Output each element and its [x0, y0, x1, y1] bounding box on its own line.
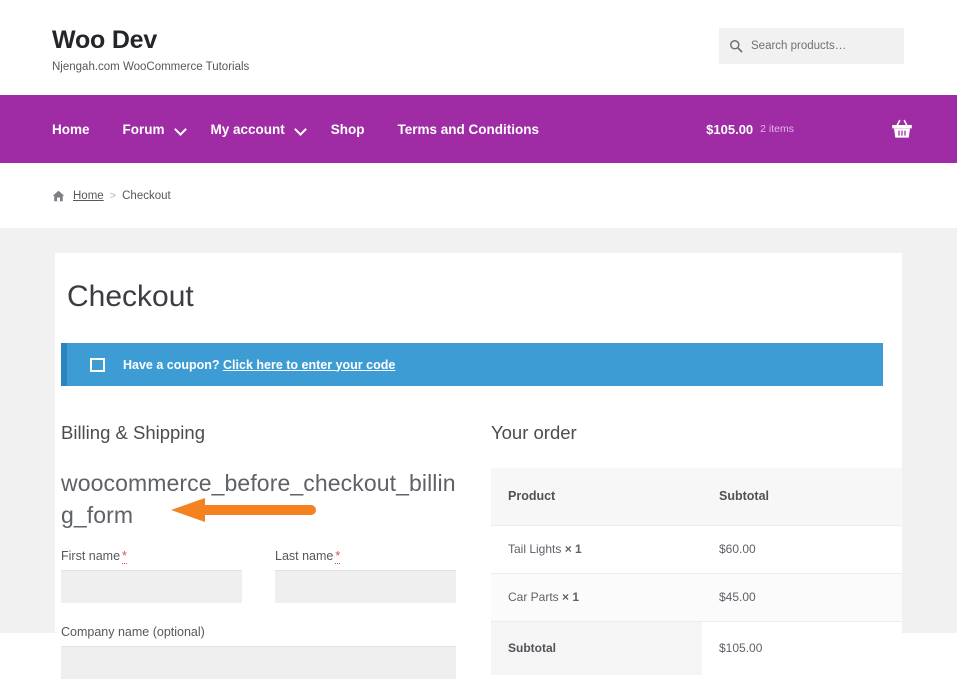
required-marker: *: [122, 549, 127, 565]
nav-menu: Home Forum My account Shop Terms and Con…: [52, 95, 572, 163]
order-table-head: Product Subtotal: [491, 468, 902, 526]
breadcrumb-current-page: Checkout: [122, 189, 171, 202]
coupon-notice-text: Have a coupon? Click here to enter your …: [123, 358, 395, 372]
page-title: Checkout: [67, 280, 194, 313]
first-name-input[interactable]: [61, 570, 242, 604]
billing-column: Billing & Shipping woocommerce_before_ch…: [61, 422, 491, 679]
company-name-input[interactable]: [61, 646, 456, 679]
order-item-quantity: × 1: [562, 590, 580, 605]
page-background: Checkout Have a coupon? Click here to en…: [0, 228, 957, 679]
nav-item-forum[interactable]: Forum: [123, 122, 185, 137]
nav-item-label: Terms and Conditions: [397, 121, 540, 137]
table-row: Tail Lights × 1 $60.00: [491, 525, 902, 574]
nav-item-shop[interactable]: Shop: [331, 122, 365, 137]
company-name-field-group: Company name (optional): [61, 625, 456, 679]
arrow-left-annotation-icon: [171, 498, 316, 523]
column-header-product: Product: [491, 468, 702, 526]
last-name-label-text: Last name: [275, 549, 334, 564]
order-subtotal-label: Subtotal: [491, 621, 702, 676]
cart-summary[interactable]: $105.00 2 items: [706, 95, 913, 163]
nav-item-my-account[interactable]: My account: [211, 122, 305, 137]
search-input-placeholder[interactable]: Search products…: [751, 40, 846, 52]
required-marker: *: [335, 549, 341, 565]
site-tagline: Njengah.com WooCommerce Tutorials: [52, 60, 250, 73]
order-item-name: Car Parts: [508, 590, 559, 605]
last-name-field-group: Last name *: [275, 549, 456, 604]
site-branding[interactable]: Woo Dev Njengah.com WooCommerce Tutorial…: [52, 26, 250, 74]
first-name-label-text: First name: [61, 549, 121, 564]
billing-heading: Billing & Shipping: [61, 422, 205, 443]
column-header-subtotal: Subtotal: [702, 468, 902, 526]
order-review-table: Product Subtotal Tail Lights × 1 $60.00 …: [491, 468, 902, 676]
company-name-label: Company name (optional): [61, 625, 205, 640]
nav-item-label: Home: [52, 121, 90, 137]
order-subtotal-row: Subtotal $105.00: [491, 621, 902, 676]
nav-item-home[interactable]: Home: [52, 122, 90, 137]
order-item-subtotal: $45.00: [702, 573, 902, 622]
nav-item-label: Shop: [330, 121, 365, 137]
first-name-field-group: First name *: [61, 549, 242, 604]
coupon-toggle-link[interactable]: Click here to enter your code: [223, 358, 395, 372]
cart-total-amount: $105.00: [706, 121, 754, 137]
table-row: Car Parts × 1 $45.00: [491, 573, 902, 622]
order-item-subtotal: $60.00: [702, 525, 902, 574]
nav-item-label: My account: [210, 121, 285, 137]
order-table-header-row: Product Subtotal: [491, 468, 902, 526]
product-search-box[interactable]: Search products…: [719, 28, 904, 64]
home-icon[interactable]: [52, 190, 65, 202]
search-icon: [730, 40, 743, 53]
name-fields-row: First name * Last name *: [61, 549, 491, 604]
order-item-name-cell: Tail Lights × 1: [491, 525, 702, 574]
order-item-name: Tail Lights: [508, 542, 562, 557]
first-name-label: First name *: [61, 549, 242, 565]
checkout-content-card: Checkout Have a coupon? Click here to en…: [55, 253, 902, 679]
shopping-basket-icon[interactable]: [891, 119, 913, 139]
order-column: Your order Product Subtotal Tail Lights …: [491, 422, 902, 679]
chevron-down-icon: [176, 125, 185, 134]
breadcrumb: Home > Checkout: [0, 163, 957, 228]
hook-name-label: woocommerce_before_checkout_billing_form: [61, 470, 456, 528]
last-name-label: Last name *: [275, 549, 456, 565]
nav-item-terms-and-conditions[interactable]: Terms and Conditions: [398, 122, 540, 137]
site-header: Woo Dev Njengah.com WooCommerce Tutorial…: [0, 0, 957, 95]
order-item-quantity: × 1: [564, 542, 582, 557]
checkout-columns: Billing & Shipping woocommerce_before_ch…: [55, 422, 902, 679]
order-subtotal-value: $105.00: [702, 621, 902, 676]
coupon-notice[interactable]: Have a coupon? Click here to enter your …: [61, 343, 883, 386]
coupon-tag-icon: [90, 357, 105, 372]
nav-item-label: Forum: [122, 121, 165, 137]
coupon-prompt: Have a coupon?: [123, 357, 224, 372]
chevron-down-icon: [296, 125, 305, 134]
order-table-body: Tail Lights × 1 $60.00 Car Parts × 1 $45…: [491, 525, 902, 676]
last-name-input[interactable]: [275, 570, 456, 604]
cart-item-count: 2 items: [760, 123, 794, 135]
breadcrumb-link-home[interactable]: Home: [73, 190, 104, 202]
hook-name-text: woocommerce_before_checkout_billing_form: [61, 468, 457, 531]
site-title: Woo Dev: [52, 26, 158, 54]
order-item-name-cell: Car Parts × 1: [491, 573, 702, 622]
primary-navigation: Home Forum My account Shop Terms and Con…: [0, 95, 957, 163]
order-heading: Your order: [491, 422, 577, 443]
breadcrumb-separator: >: [109, 189, 117, 202]
